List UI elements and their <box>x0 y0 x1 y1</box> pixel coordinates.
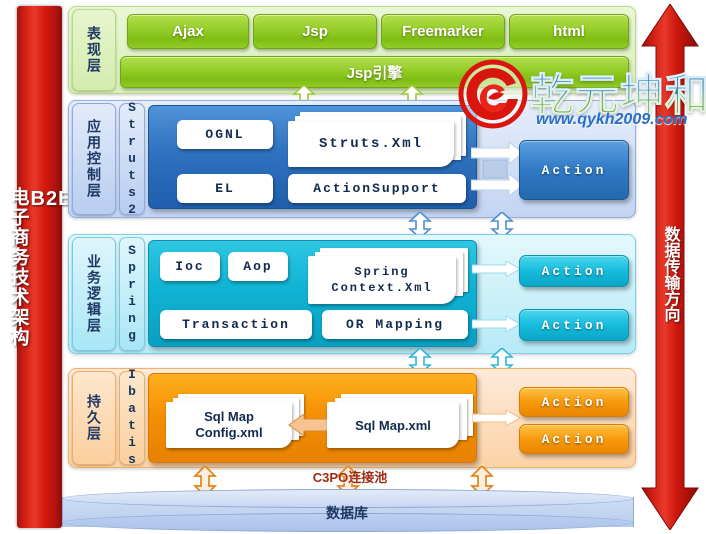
jsp-engine-label: Jsp引擎 <box>346 64 403 82</box>
architecture-diagram: B2B 电子商务技术架构 表现层 Ajax Jsp Freemarker html… <box>0 0 706 534</box>
document-sqlmap-config-line1: Sql Map <box>204 409 254 424</box>
database-label: 数据库 <box>62 501 632 525</box>
document-struts-xml-front: Struts.Xml <box>288 121 454 167</box>
action-box-struts[interactable]: Action <box>519 140 629 200</box>
action-box-spring-1-label: Action <box>541 263 607 279</box>
left-title-chinese: 电子商务技术架构 <box>7 187 29 347</box>
framework-label-struts2-text: Struts2 <box>124 99 140 219</box>
document-sqlmap-config-front: Sql Map Config.xml <box>166 402 292 448</box>
document-struts-xml[interactable]: Struts.Xml <box>288 112 466 168</box>
component-ormapping-label: OR Mapping <box>345 317 444 332</box>
tech-button-ajax[interactable]: Ajax <box>127 14 249 49</box>
layer-label-app-control: 应用控制层 <box>72 103 116 215</box>
arrow-spring-to-action-2 <box>471 315 522 333</box>
layer-label-app-control-text: 应用控制层 <box>86 119 102 199</box>
layer-label-presentation: 表现层 <box>72 9 116 91</box>
document-sqlmap-config-line2: Config.xml <box>195 425 263 440</box>
action-box-ibatis-1[interactable]: Action <box>519 387 629 417</box>
framework-label-spring: Spring <box>119 237 145 351</box>
layer-label-presentation-text: 表现层 <box>86 26 102 74</box>
component-el-label: EL <box>215 181 235 196</box>
component-ioc-label: Ioc <box>175 259 205 274</box>
framework-label-struts2: Struts2 <box>119 100 145 219</box>
spiral-logo-icon <box>458 59 528 134</box>
database-label-text: 数据库 <box>326 505 368 521</box>
component-actionsupport-label: ActionSupport <box>313 181 441 196</box>
component-ognl-label: OGNL <box>205 127 245 142</box>
arrow-ibatis-to-action <box>471 409 522 427</box>
document-sqlmap-config[interactable]: Sql Map Config.xml <box>166 394 306 452</box>
component-aop-label: Aop <box>243 259 273 274</box>
component-aop[interactable]: Aop <box>228 252 288 281</box>
tech-button-html[interactable]: html <box>509 14 629 49</box>
component-actionsupport[interactable]: ActionSupport <box>288 174 466 203</box>
tech-button-ajax-label: Ajax <box>172 23 204 40</box>
document-spring-context-front: Spring Context.Xml <box>308 256 456 304</box>
tech-button-jsp[interactable]: Jsp <box>253 14 377 49</box>
brand-url: www.qykh2009.com <box>536 111 688 128</box>
component-ormapping[interactable]: OR Mapping <box>322 310 468 339</box>
action-box-ibatis-1-label: Action <box>541 394 607 410</box>
arrow-spring-to-action-1 <box>471 260 522 278</box>
tech-button-freemarker[interactable]: Freemarker <box>381 14 505 49</box>
data-flow-arrow-text: 数据传输方向 <box>661 226 679 322</box>
document-sqlmap-xml-label: Sql Map.xml <box>355 417 431 433</box>
layer-label-persistence: 持久层 <box>72 371 116 465</box>
left-title-text: B2B 电子商务技术架构 <box>6 187 74 347</box>
layer-label-business-logic-text: 业务逻辑层 <box>86 254 102 334</box>
left-title-banner: B2B 电子商务技术架构 <box>8 6 73 528</box>
document-spring-context-line1: Spring <box>354 265 410 279</box>
brand-logo: 乾元坤和 www.qykh2009.com <box>458 57 706 139</box>
component-ognl[interactable]: OGNL <box>177 120 273 149</box>
layer-label-persistence-text: 持久层 <box>86 394 102 442</box>
document-sqlmap-xml-front: Sql Map.xml <box>327 402 459 448</box>
document-struts-xml-label: Struts.Xml <box>318 136 423 152</box>
action-box-spring-2-label: Action <box>541 317 607 333</box>
document-sqlmap-xml[interactable]: Sql Map.xml <box>327 394 477 452</box>
document-spring-context-line2: Context.Xml <box>331 281 433 295</box>
connection-pool-text: C3PO连接池 <box>312 469 388 485</box>
document-spring-context-xml[interactable]: Spring Context.Xml <box>308 248 470 306</box>
database-cylinder: 数据库 <box>62 489 634 532</box>
framework-label-ibatis: Ibatis <box>119 367 145 469</box>
framework-label-spring-text: Spring <box>124 243 140 345</box>
framework-label-ibatis-text: Ibatis <box>124 367 140 469</box>
action-box-struts-label: Action <box>541 162 607 178</box>
component-ioc[interactable]: Ioc <box>160 252 220 281</box>
layer-label-business-logic: 业务逻辑层 <box>72 237 116 351</box>
tech-button-jsp-label: Jsp <box>302 23 328 40</box>
component-transaction-label: Transaction <box>182 317 290 332</box>
action-box-ibatis-2[interactable]: Action <box>519 424 629 454</box>
action-box-spring-2[interactable]: Action <box>519 309 629 341</box>
action-box-ibatis-2-label: Action <box>541 431 607 447</box>
action-box-spring-1[interactable]: Action <box>519 255 629 287</box>
connection-pool-label: C3PO连接池 <box>240 466 460 486</box>
tech-button-freemarker-label: Freemarker <box>402 23 484 40</box>
component-el[interactable]: EL <box>177 174 273 203</box>
tech-button-html-label: html <box>553 23 585 40</box>
data-flow-arrow-label: 数据传输方向 <box>641 219 699 329</box>
component-transaction[interactable]: Transaction <box>160 310 312 339</box>
